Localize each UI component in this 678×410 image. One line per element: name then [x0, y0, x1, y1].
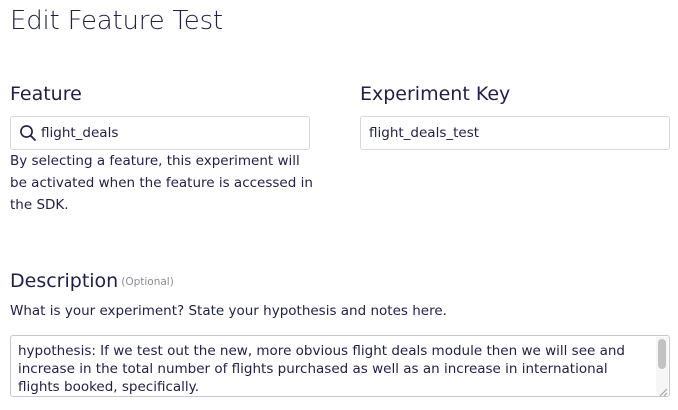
search-icon	[19, 124, 37, 142]
feature-input-value: flight_deals	[41, 125, 119, 141]
feature-helper-text: By selecting a feature, this experiment …	[10, 153, 313, 213]
optional-tag: (Optional)	[121, 276, 174, 288]
feature-search-input[interactable]: flight_deals	[10, 116, 310, 150]
scrollbar-thumb[interactable]	[658, 339, 666, 369]
experiment-key-input[interactable]: flight_deals_test	[360, 116, 670, 150]
description-prompt: What is your experiment? State your hypo…	[10, 303, 447, 319]
experiment-key-label: Experiment Key	[360, 83, 511, 105]
description-text: hypothesis: If we test out the new, more…	[18, 343, 625, 395]
description-label-text: Description	[10, 270, 119, 292]
page-title: Edit Feature Test	[10, 6, 223, 36]
feature-label: Feature	[10, 83, 82, 105]
description-label: Description (Optional)	[10, 270, 174, 292]
resize-grip-icon[interactable]	[656, 383, 668, 396]
experiment-key-value: flight_deals_test	[369, 125, 480, 141]
description-textarea[interactable]: hypothesis: If we test out the new, more…	[10, 335, 670, 397]
